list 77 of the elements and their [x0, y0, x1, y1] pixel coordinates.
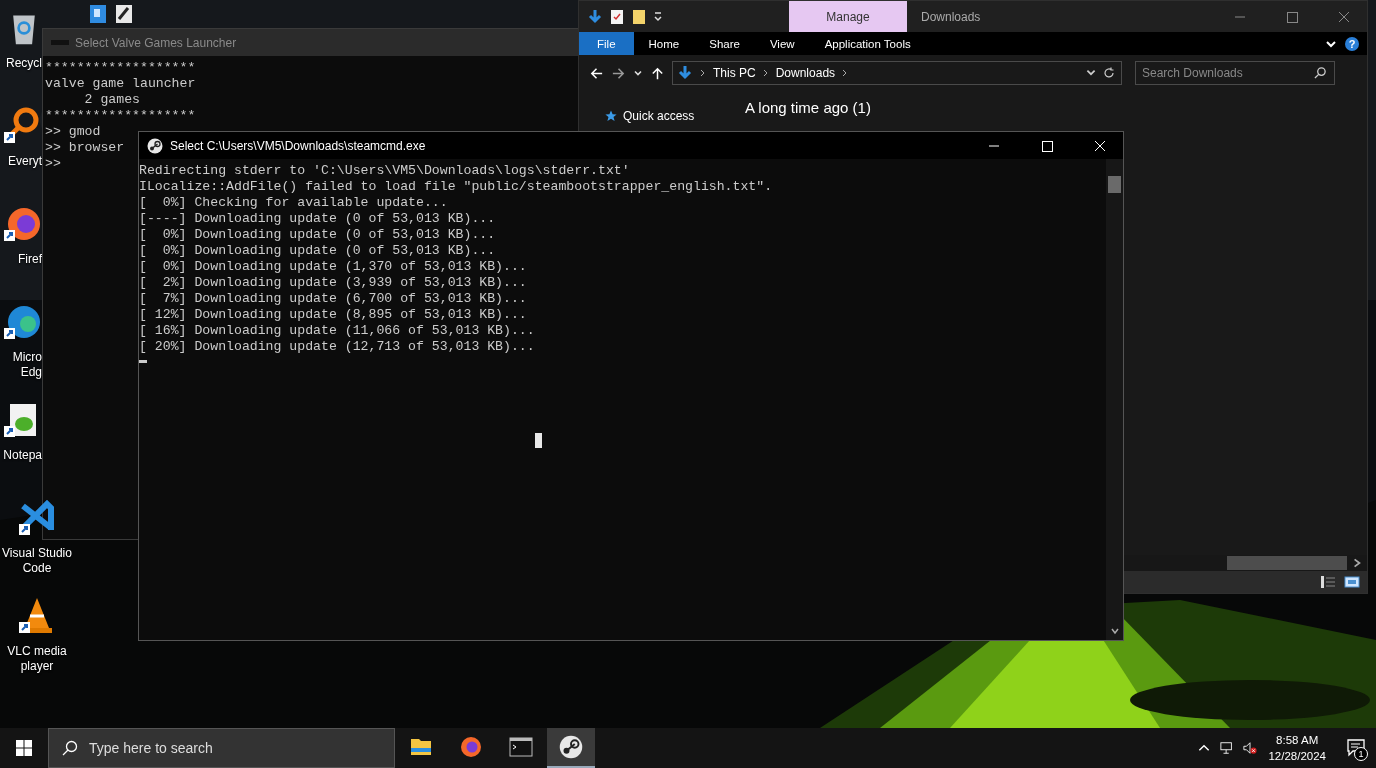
- icon-label: Recycl: [5, 56, 42, 71]
- console-line: [ 0%] Downloading update (1,370 of 53,013 KB)...: [139, 259, 527, 275]
- windows-logo-icon[interactable]: [16, 740, 32, 756]
- console-line: [ 0%] Checking for available update...: [139, 195, 448, 211]
- console-line: [ 16%] Downloading update (11,066 of 53,013 KB)...: [139, 323, 535, 339]
- terminal-icon: [509, 735, 533, 759]
- console-line: [ 12%] Downloading update (8,895 of 53,013 KB)...: [139, 307, 527, 323]
- download-icon[interactable]: [587, 8, 603, 25]
- details-view-icon[interactable]: [1319, 575, 1337, 589]
- help-button[interactable]: ?: [1345, 36, 1359, 51]
- console-line: Redirecting stderr to 'C:\Users\VM5\Downloads\logs\stderr.txt': [139, 163, 630, 179]
- ribbon-tab[interactable]: Application Tools: [809, 32, 926, 55]
- breadcrumb-item[interactable]: This PC: [713, 66, 756, 80]
- code-editor-icon[interactable]: [17, 498, 57, 538]
- search-icon: [62, 740, 78, 756]
- context-tab[interactable]: Manage: [789, 1, 907, 32]
- ribbon-tab[interactable]: File: [579, 32, 634, 55]
- console-line: >>: [45, 156, 61, 172]
- app-icon[interactable]: [88, 5, 108, 25]
- large-icons-view-icon[interactable]: [1343, 575, 1361, 589]
- network-icon[interactable]: [1220, 741, 1235, 755]
- window-title: Downloads: [921, 9, 981, 24]
- text-cursor: [139, 360, 147, 363]
- console-line: >> gmod: [45, 124, 101, 140]
- scrollbar-thumb[interactable]: [1108, 176, 1121, 193]
- console-line: *******************: [45, 60, 196, 76]
- nav-item[interactable]: Quick access: [579, 109, 739, 123]
- console-line: [ 2%] Downloading update (3,939 of 53,013 KB)...: [139, 275, 527, 291]
- icon-label: Everyt: [7, 154, 42, 169]
- icon-label: Firef: [17, 252, 42, 267]
- scroll-down-icon[interactable]: [1109, 626, 1120, 636]
- scrollbar-thumb[interactable]: [1227, 556, 1347, 570]
- group-heading: A long time ago (1): [745, 99, 871, 116]
- ribbon-tab[interactable]: Share: [694, 32, 755, 55]
- search-field[interactable]: Type here to search: [48, 728, 395, 768]
- firefox-icon: [459, 735, 483, 759]
- icon-label: VLC media player: [6, 644, 68, 674]
- steam-icon: [559, 735, 583, 759]
- console-line: [----] Downloading update (0 of 53,013 KB)...: [139, 211, 496, 227]
- console-line: valve game launcher: [45, 76, 196, 92]
- download-icon: [677, 65, 693, 81]
- ribbon-tab[interactable]: Home: [633, 32, 695, 55]
- console-line: [ 7%] Downloading update (6,700 of 53,013 KB)...: [139, 291, 527, 307]
- refresh-icon[interactable]: [1103, 67, 1115, 79]
- folder-icon[interactable]: [631, 8, 647, 25]
- window-title: Select C:\Users\VM5\Downloads\steamcmd.exe: [170, 138, 426, 153]
- console-line: *******************: [45, 108, 196, 124]
- properties-icon[interactable]: [609, 8, 625, 25]
- icon-label: Micro Edg: [11, 350, 42, 380]
- ribbon-tab[interactable]: View: [754, 32, 810, 55]
- address-bar[interactable]: This PC Downloads: [672, 61, 1122, 85]
- console-line: [ 0%] Downloading update (0 of 53,013 KB)...: [139, 227, 496, 243]
- window-title: Select Valve Games Launcher: [75, 35, 237, 50]
- muted-speaker-icon[interactable]: [1243, 741, 1258, 755]
- clock-date: 12/28/2024: [1268, 749, 1326, 764]
- console-line: [ 20%] Downloading update (12,713 of 53,013 KB)...: [139, 339, 535, 355]
- star-icon: [605, 110, 617, 122]
- clock-time: 8:58 AM: [1276, 733, 1319, 748]
- up-arrow-icon[interactable]: [650, 65, 665, 81]
- notification-icon[interactable]: [1347, 739, 1365, 757]
- console-icon: [51, 40, 69, 45]
- search-field[interactable]: Search Downloads: [1135, 61, 1335, 85]
- notification-badge: 1: [1354, 747, 1368, 761]
- breadcrumb-item[interactable]: Downloads: [775, 66, 836, 80]
- console-line: 2 games: [83, 92, 140, 108]
- app-icon[interactable]: [114, 5, 134, 25]
- chevron-right-icon: [761, 68, 770, 78]
- console-line: ILocalize::AddFile() failed to load file "public/steambootstrapper_english.txt".: [139, 179, 773, 195]
- steam-icon: [147, 137, 163, 154]
- icon-label: Notepa: [2, 448, 42, 463]
- icon-label: Visual Studio Code: [1, 546, 73, 576]
- chevron-right-icon: [699, 68, 707, 78]
- search-icon: [1314, 66, 1327, 79]
- console-line: >> browser: [45, 140, 125, 156]
- taskbar-button[interactable]: [547, 728, 595, 768]
- console-line: [ 0%] Downloading update (0 of 53,013 KB)...: [139, 243, 496, 259]
- mouse-cursor: [535, 433, 542, 448]
